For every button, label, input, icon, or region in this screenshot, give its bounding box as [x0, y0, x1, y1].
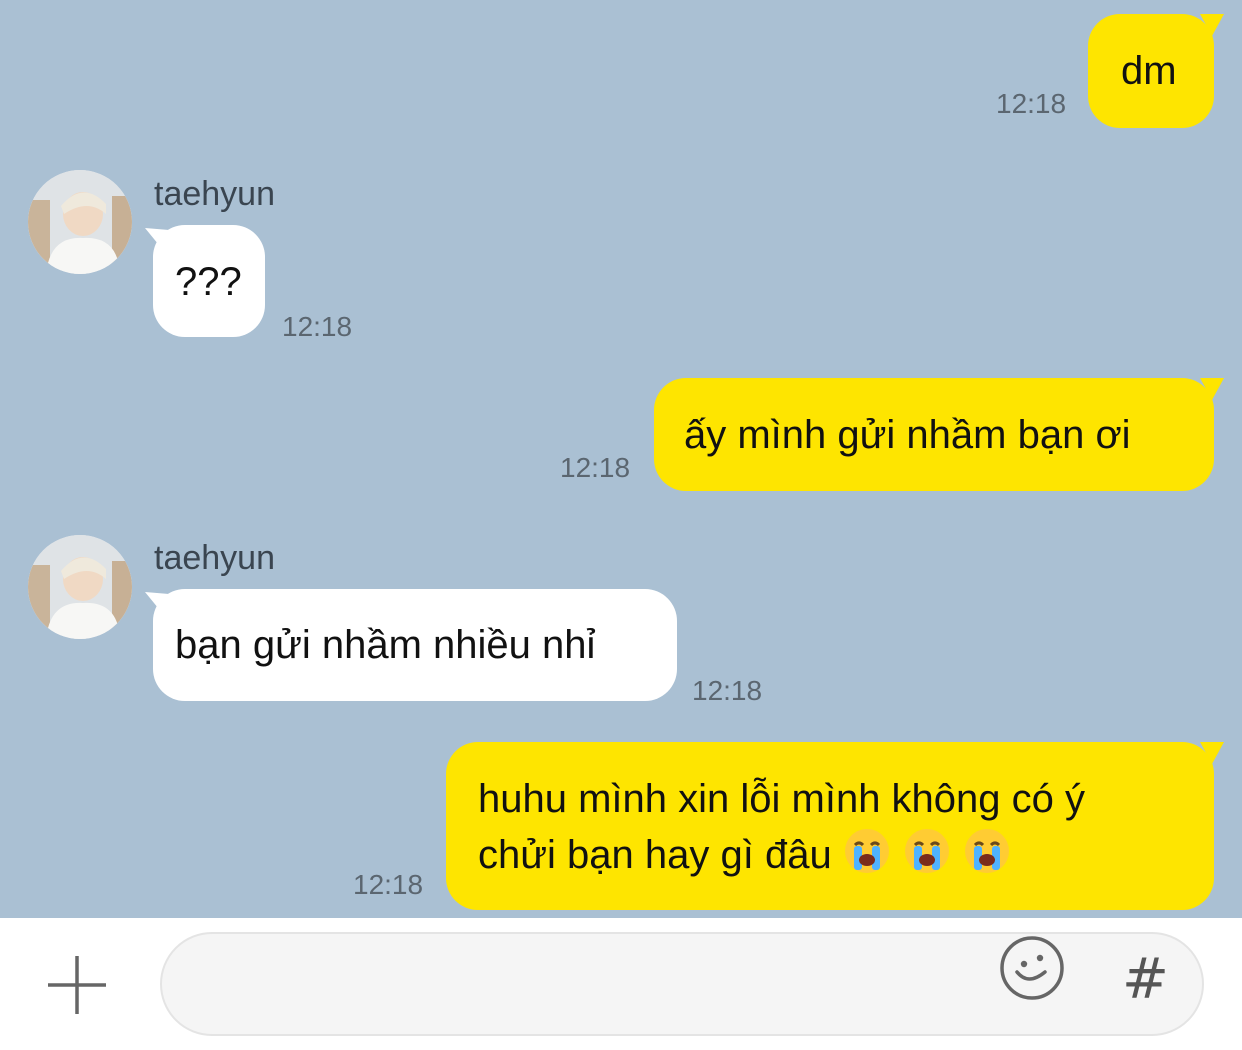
message-input[interactable]	[192, 954, 976, 1016]
message-text-line-2: chửi bạn hay gì đâu	[478, 826, 1214, 882]
sender-name: taehyun	[154, 175, 275, 213]
message-text: bạn gửi nhầm nhiều nhỉ	[175, 623, 596, 667]
message-text-line: chửi bạn hay gì đâu	[478, 833, 832, 877]
sender-name: taehyun	[154, 539, 275, 577]
avatar[interactable]	[28, 170, 132, 274]
message-time: 12:18	[692, 675, 763, 706]
bubble-tail	[145, 592, 169, 614]
message-text-line: huhu mình xin lỗi mình không có ý	[478, 777, 1086, 821]
message-bubble[interactable]: ấy mình gửi nhầm bạn ơi	[654, 378, 1214, 491]
message-bubble[interactable]: bạn gửi nhầm nhiều nhỉ	[153, 589, 677, 701]
message-time: 12:18	[996, 88, 1067, 119]
hashtag-icon[interactable]: #	[1122, 950, 1169, 1010]
chat-area[interactable]: 12:18 dm taehyun ??? 12:18 12:18 ấy mình…	[0, 0, 1242, 918]
message-time: 12:18	[282, 311, 353, 342]
bubble-tail	[1200, 378, 1224, 400]
avatar-photo	[28, 535, 132, 639]
loudly-crying-face-icon	[904, 829, 949, 873]
loudly-crying-face-icon	[844, 829, 889, 873]
message-bubble[interactable]: dm	[1088, 14, 1214, 128]
plus-icon[interactable]	[46, 954, 108, 1016]
message-text: ấy mình gửi nhầm bạn ơi	[684, 413, 1131, 457]
emoji-icon[interactable]	[998, 934, 1066, 1002]
bubble-tail	[1200, 742, 1224, 764]
message-bubble[interactable]: huhu mình xin lỗi mình không có ý chửi b…	[446, 742, 1214, 910]
bubble-tail	[145, 228, 169, 250]
message-time: 12:18	[560, 452, 631, 483]
message-bubble[interactable]: ???	[153, 225, 265, 337]
message-time: 12:18	[353, 869, 424, 900]
message-text: dm	[1121, 49, 1177, 93]
loudly-crying-face-icon	[964, 829, 1009, 873]
bubble-tail	[1200, 14, 1224, 36]
message-text: ???	[175, 260, 242, 304]
avatar-photo	[28, 170, 132, 274]
avatar[interactable]	[28, 535, 132, 639]
